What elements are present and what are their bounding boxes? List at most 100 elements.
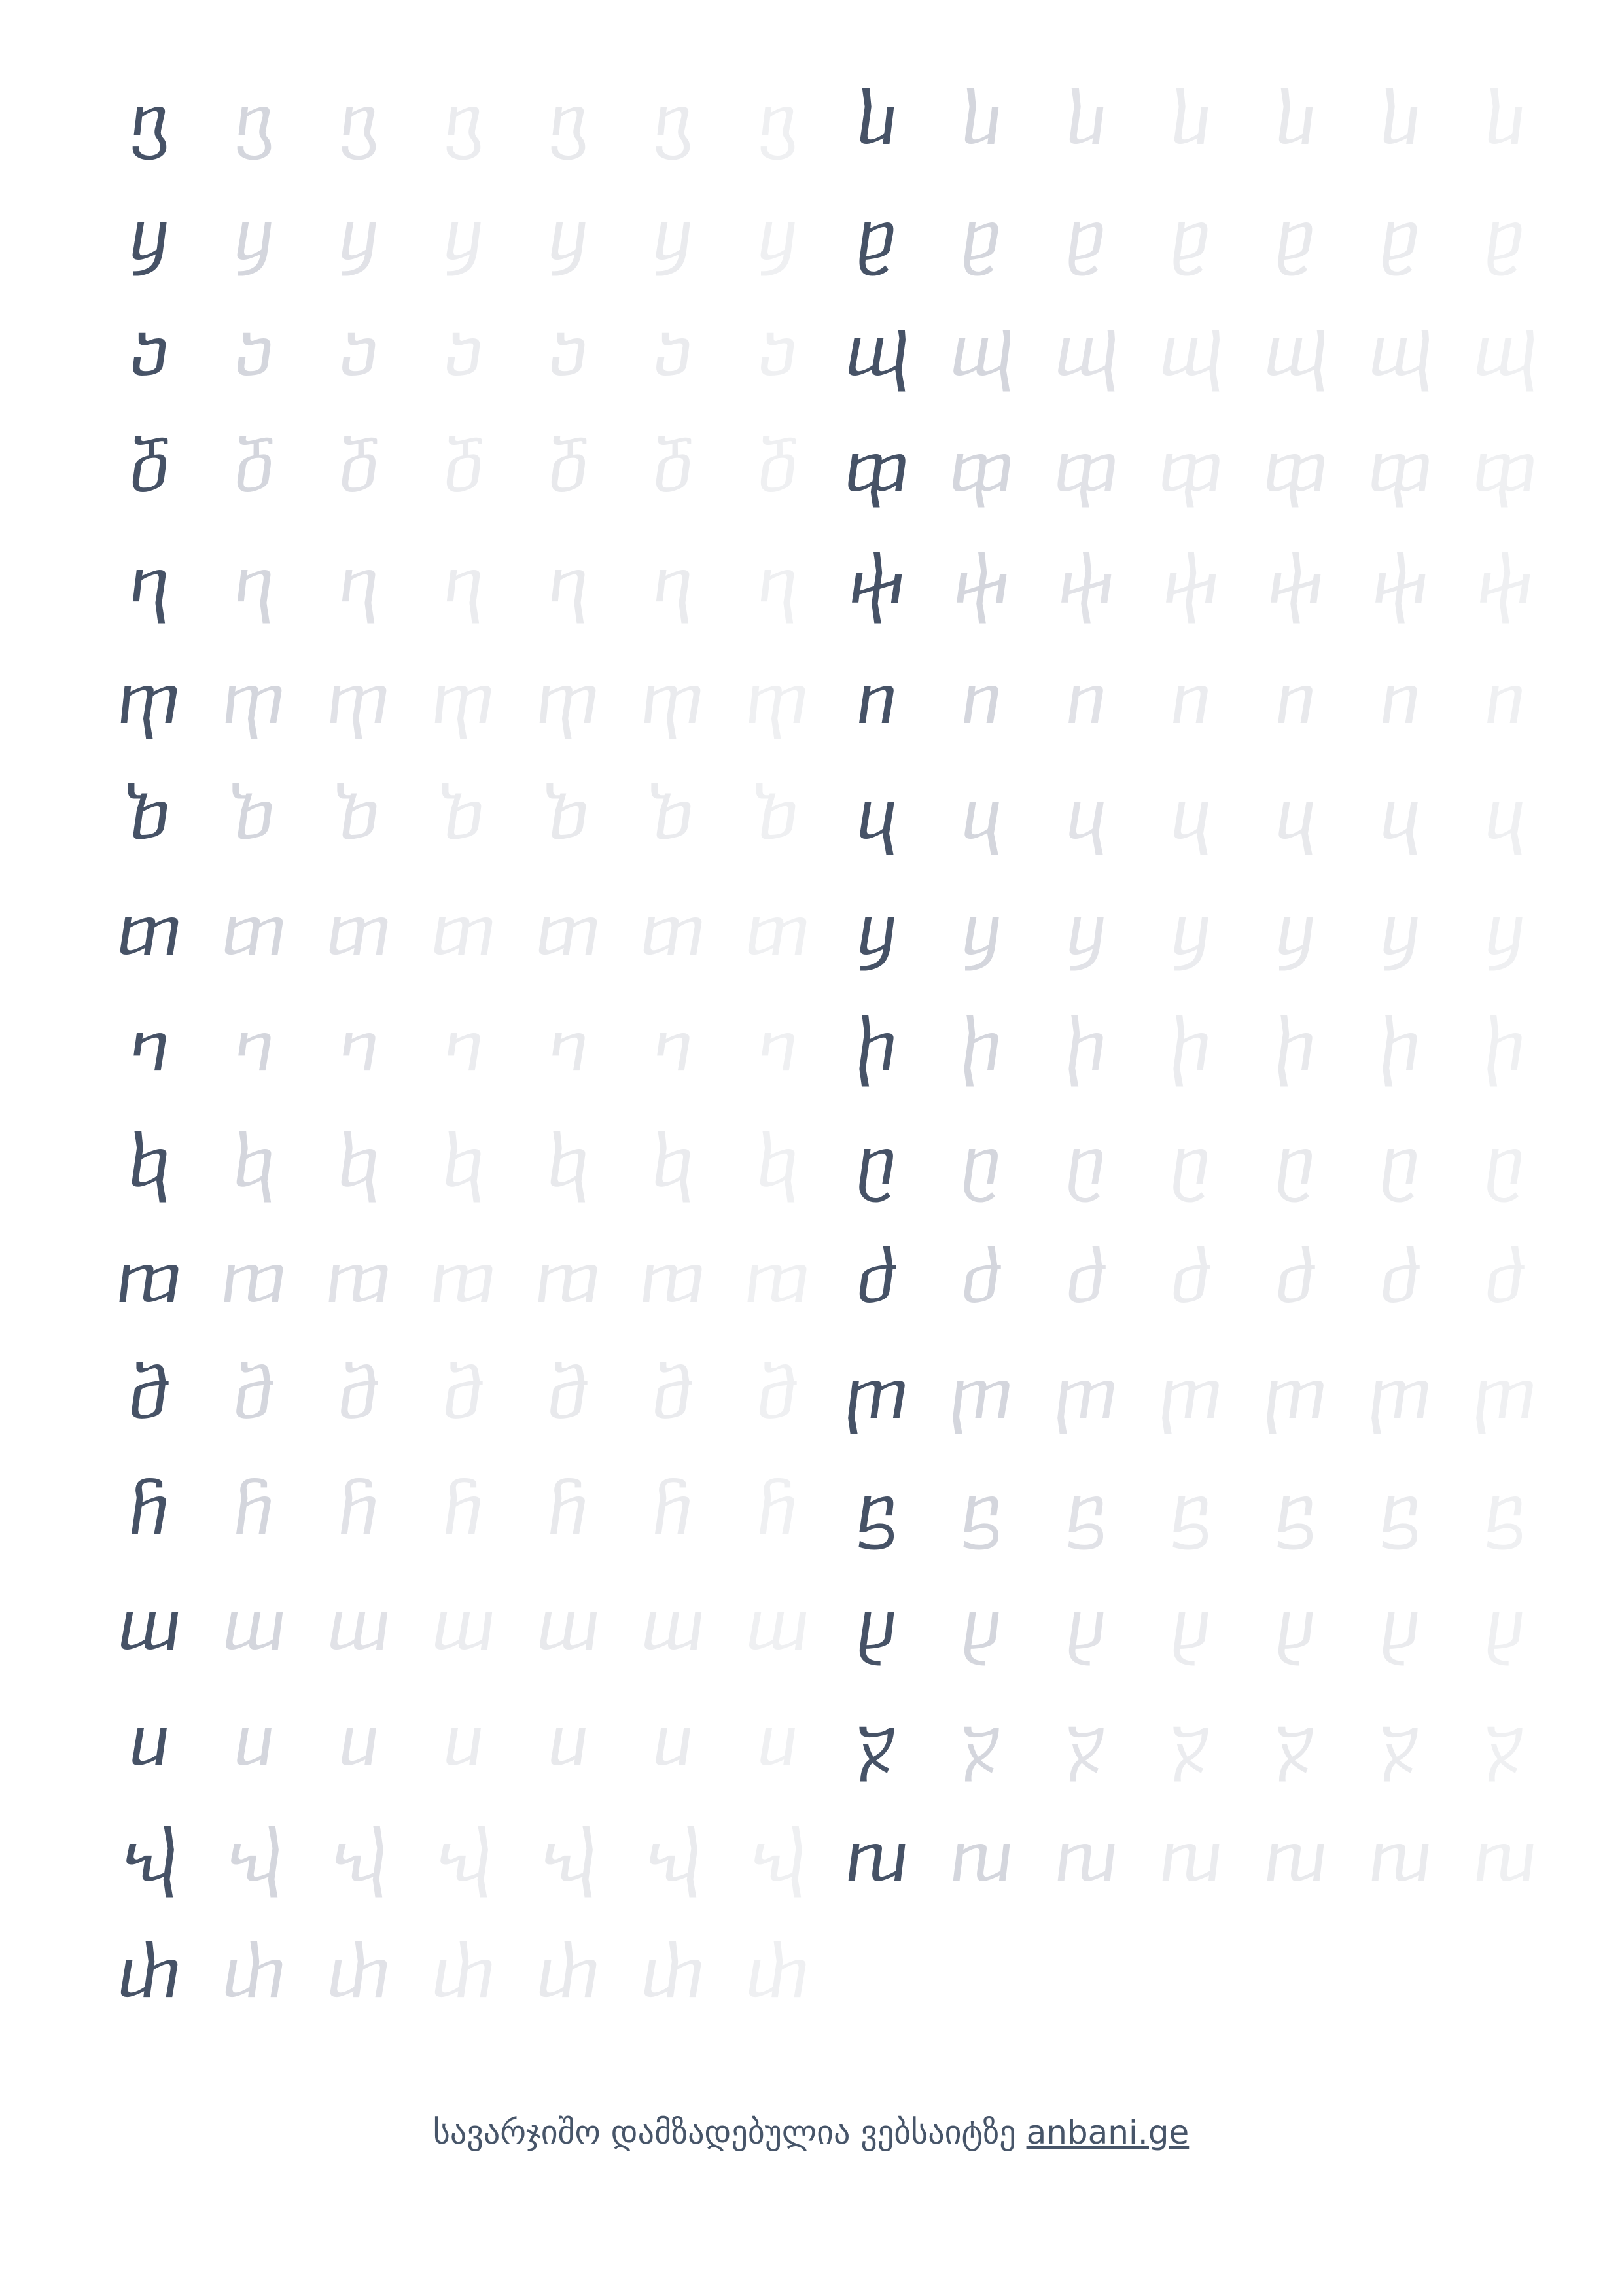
tracing-letter: ⴓ: [1368, 311, 1432, 392]
left-row: ⴂⴂⴂⴂⴂⴂⴂ: [97, 62, 830, 178]
tracing-letter: ⴕ: [1162, 543, 1220, 624]
right-row: ⴚⴚⴚⴚⴚⴚⴚ: [824, 1104, 1557, 1220]
model-letter: ⴛ: [855, 1238, 898, 1318]
tracing-letter: ⴃ: [547, 427, 589, 508]
right-row: ⴞⴞⴞⴞⴞⴞⴞ: [824, 1568, 1557, 1684]
tracing-letter: ⴈ: [338, 1006, 379, 1087]
tracing-letter: ⴞ: [1066, 1585, 1106, 1666]
tracing-letter: ⴒ: [1275, 196, 1316, 276]
tracing-letter: ⴅ: [641, 659, 704, 739]
tracing-letter: ⴃ: [442, 427, 484, 508]
left-row: ⴏⴏⴏⴏⴏⴏⴏ: [97, 1799, 830, 1915]
tracing-letter: ⴔ: [949, 427, 1014, 508]
tracing-letter: ⴓ: [949, 311, 1014, 392]
tracing-letter: ⴢ: [548, 311, 588, 392]
tracing-letter: ⴓ: [1263, 311, 1328, 392]
tracing-letter: ⴆ: [337, 775, 380, 855]
tracing-letter: ⴗ: [1066, 775, 1106, 855]
tracing-letter: ⴘ: [443, 196, 484, 276]
tracing-letter: ⴝ: [1485, 1470, 1525, 1550]
worksheet-page: ⴂⴂⴂⴂⴂⴂⴂⴘⴘⴘⴘⴘⴘⴘⴢⴢⴢⴢⴢⴢⴢⴃⴃⴃⴃⴃⴃⴃⴄⴄⴄⴄⴄⴄⴄⴅⴅⴅⴅⴅ…: [0, 0, 1622, 2296]
left-row: ⴢⴢⴢⴢⴢⴢⴢ: [97, 294, 830, 410]
tracing-letter: ⴈ: [652, 1006, 693, 1087]
tracing-letter: ⴢ: [234, 311, 274, 392]
tracing-letter: ⴏ: [226, 1817, 281, 1898]
left-row: ⴎⴎⴎⴎⴎⴎⴎ: [97, 1684, 830, 1799]
model-letter: ⴌ: [129, 1470, 169, 1550]
tracing-letter: ⴃ: [756, 427, 798, 508]
tracing-letter: ⴘ: [548, 196, 588, 276]
tracing-letter: ⴊ: [535, 1238, 601, 1318]
tracing-letter: ⴘ: [961, 891, 1002, 971]
tracing-letter: ⴔ: [1367, 427, 1433, 508]
tracing-letter: ⴛ: [1379, 1238, 1422, 1318]
tracing-letter: ⴄ: [652, 543, 693, 624]
tracing-letter: ⴊ: [640, 1238, 705, 1318]
tracing-letter: ⴋ: [756, 1354, 799, 1434]
model-letter: ⴈ: [129, 1006, 169, 1087]
model-letter: ⴊ: [116, 1238, 182, 1318]
tracing-letter: ⴙ: [1171, 1006, 1211, 1087]
tracing-letter: ⴑ: [961, 80, 1002, 160]
tracing-letter: ⴛ: [1065, 1238, 1108, 1318]
tracing-letter: ⴚ: [1380, 1122, 1420, 1203]
tracing-letter: ⴔ: [1472, 427, 1538, 508]
tracing-letter: ⴠ: [1264, 1817, 1327, 1898]
tracing-letter: ⴅ: [432, 659, 495, 739]
tracing-letter: ⴌ: [548, 1470, 588, 1550]
model-letter: ⴔ: [844, 427, 909, 508]
tracing-letter: ⴜ: [1159, 1354, 1222, 1434]
tracing-letter: ⴞ: [961, 1585, 1002, 1666]
tracing-letter: ⴑ: [1485, 80, 1525, 160]
tracing-letter: ⴅ: [537, 659, 599, 739]
tracing-letter: ⴒ: [961, 196, 1002, 276]
tracing-letter: ⴈ: [234, 1006, 274, 1087]
tracing-letter: ⴏ: [750, 1817, 805, 1898]
tracing-letter: ⴗ: [1171, 775, 1211, 855]
tracing-letter: ⴟ: [1171, 1701, 1211, 1782]
tracing-letter: ⴜ: [1473, 1354, 1536, 1434]
tracing-letter: ⴖ: [1485, 659, 1525, 739]
tracing-letter: ⴚ: [1066, 1122, 1106, 1203]
tracing-letter: ⴘ: [1380, 891, 1420, 971]
tracing-letter: ⴉ: [338, 1122, 379, 1203]
tracing-letter: ⴘ: [1066, 891, 1106, 971]
right-row: ⴒⴒⴒⴒⴒⴒⴒ: [824, 178, 1557, 294]
tracing-letter: ⴌ: [234, 1470, 274, 1550]
tracing-letter: ⴏ: [540, 1817, 595, 1898]
tracing-letter: ⴍ: [745, 1585, 809, 1666]
model-letter: ⴒ: [856, 196, 897, 276]
left-row: ⴋⴋⴋⴋⴋⴋⴋ: [97, 1336, 830, 1452]
tracing-letter: ⴘ: [1485, 891, 1525, 971]
right-row: ⴠⴠⴠⴠⴠⴠⴠ: [824, 1799, 1557, 1915]
tracing-letter: ⴎ: [757, 1701, 798, 1782]
tracing-letter: ⴗ: [961, 775, 1002, 855]
tracing-letter: ⴚ: [1171, 1122, 1211, 1203]
footer-link[interactable]: anbani.ge: [1027, 2113, 1190, 2151]
model-letter: ⴍ: [117, 1585, 181, 1666]
tracing-letter: ⴢ: [443, 311, 484, 392]
tracing-letter: ⴎ: [548, 1701, 588, 1782]
right-letter-column: ⴑⴑⴑⴑⴑⴑⴑⴒⴒⴒⴒⴒⴒⴒⴓⴓⴓⴓⴓⴓⴓⴔⴔⴔⴔⴔⴔⴔⴕⴕⴕⴕⴕⴕⴕⴖⴖⴖⴖⴖ…: [824, 62, 1557, 1915]
left-row: ⴇⴇⴇⴇⴇⴇⴇ: [97, 873, 830, 989]
right-row: ⴟⴟⴟⴟⴟⴟⴟ: [824, 1684, 1557, 1799]
tracing-letter: ⴂ: [548, 80, 588, 160]
tracing-letter: ⴑ: [1171, 80, 1211, 160]
tracing-letter: ⴃ: [233, 427, 275, 508]
tracing-letter: ⴐ: [745, 1933, 809, 2013]
model-letter: ⴙ: [856, 1006, 897, 1087]
tracing-letter: ⴗ: [1380, 775, 1420, 855]
tracing-letter: ⴉ: [756, 1122, 798, 1203]
tracing-letter: ⴐ: [641, 1933, 705, 2013]
tracing-letter: ⴙ: [1275, 1006, 1316, 1087]
left-row: ⴌⴌⴌⴌⴌⴌⴌ: [97, 1452, 830, 1568]
tracing-letter: ⴘ: [1171, 891, 1211, 971]
tracing-letter: ⴝ: [961, 1470, 1002, 1550]
tracing-letter: ⴈ: [548, 1006, 588, 1087]
tracing-letter: ⴠ: [950, 1817, 1013, 1898]
right-row: ⴗⴗⴗⴗⴗⴗⴗ: [824, 757, 1557, 873]
tracing-letter: ⴟ: [1380, 1701, 1420, 1782]
tracing-letter: ⴖ: [1275, 659, 1316, 739]
tracing-letter: ⴉ: [233, 1122, 275, 1203]
tracing-letter: ⴟ: [1275, 1701, 1316, 1782]
